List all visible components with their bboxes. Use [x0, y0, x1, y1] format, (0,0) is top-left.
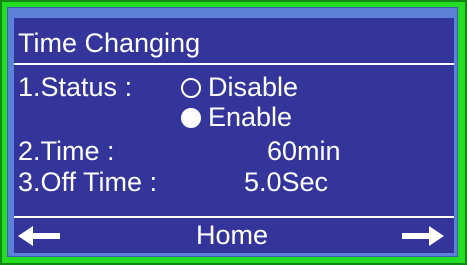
time-label: 2.Time : — [18, 136, 115, 166]
radio-disable-icon[interactable] — [181, 78, 201, 98]
time-value[interactable]: 60min — [267, 138, 341, 165]
home-button[interactable]: Home — [196, 222, 268, 249]
radio-enable-icon[interactable] — [181, 108, 201, 128]
arrow-left-icon[interactable] — [18, 225, 60, 247]
page-title: Time Changing — [18, 28, 201, 58]
title-divider — [14, 63, 454, 65]
status-label: 1.Status : — [18, 72, 133, 102]
status-option-enable-label: Enable — [208, 102, 293, 132]
footer-divider — [14, 216, 454, 218]
off-time-label: 3.Off Time : — [18, 167, 158, 197]
off-time-value[interactable]: 5.0Sec — [244, 169, 328, 196]
status-option-disable-label: Disable — [208, 72, 299, 102]
lcd-screen: Time Changing 1.Status : Disable Enable … — [14, 18, 454, 253]
arrow-right-icon[interactable] — [402, 225, 444, 247]
